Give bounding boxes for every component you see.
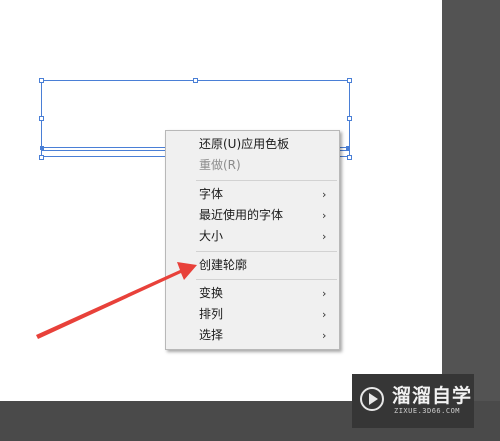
watermark-url: ZIXUE.3D66.COM — [394, 407, 461, 415]
play-icon — [369, 393, 378, 405]
arrow-shape — [36, 262, 197, 339]
watermark-name: 溜溜自学 — [392, 385, 473, 407]
watermark-logo: 溜溜自学 ZIXUE.3D66.COM — [352, 374, 474, 428]
